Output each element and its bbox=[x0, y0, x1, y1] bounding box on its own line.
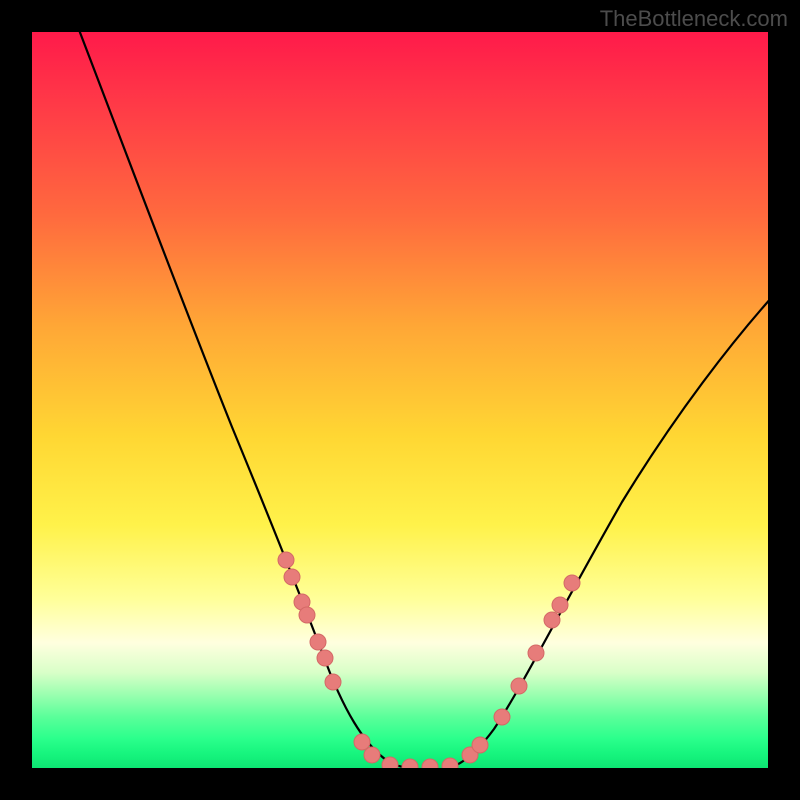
bead-marker bbox=[472, 737, 488, 753]
bead-marker bbox=[354, 734, 370, 750]
right-curve bbox=[448, 297, 768, 768]
left-curve bbox=[76, 32, 416, 768]
plot-area bbox=[32, 32, 768, 768]
bead-marker bbox=[494, 709, 510, 725]
bead-marker bbox=[564, 575, 580, 591]
bead-marker bbox=[402, 759, 418, 768]
bead-marker bbox=[382, 757, 398, 768]
bead-marker bbox=[552, 597, 568, 613]
marker-group bbox=[278, 552, 580, 768]
bead-marker bbox=[284, 569, 300, 585]
bead-marker bbox=[278, 552, 294, 568]
bead-marker bbox=[544, 612, 560, 628]
bead-marker bbox=[325, 674, 341, 690]
chart-svg bbox=[32, 32, 768, 768]
bead-marker bbox=[364, 747, 380, 763]
bead-marker bbox=[317, 650, 333, 666]
bead-marker bbox=[299, 607, 315, 623]
bead-marker bbox=[422, 759, 438, 768]
outer-frame: TheBottleneck.com bbox=[0, 0, 800, 800]
watermark-text: TheBottleneck.com bbox=[600, 6, 788, 32]
bead-marker bbox=[310, 634, 326, 650]
bead-marker bbox=[442, 758, 458, 768]
bead-marker bbox=[528, 645, 544, 661]
bead-marker bbox=[511, 678, 527, 694]
